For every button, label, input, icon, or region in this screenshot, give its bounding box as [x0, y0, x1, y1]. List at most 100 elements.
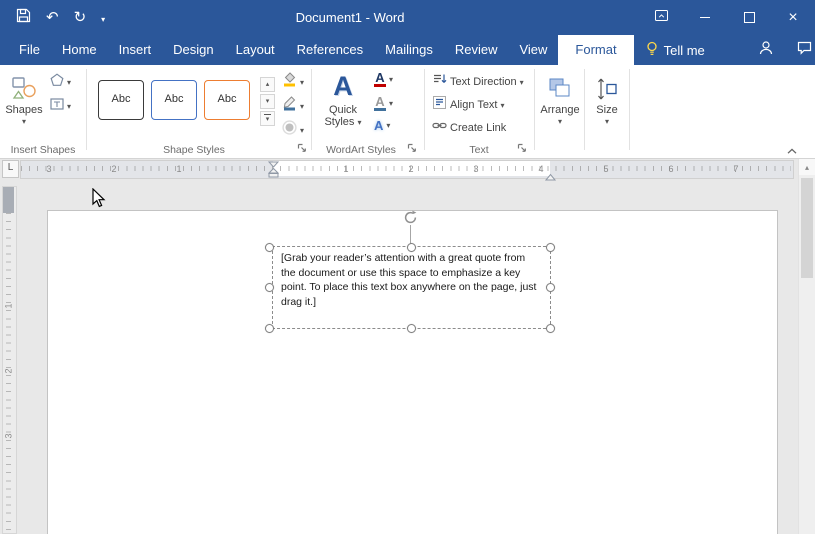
shape-styles-dialog-launcher[interactable] — [296, 143, 308, 155]
align-text-button[interactable]: Align Text ▾ — [432, 95, 505, 115]
shape-style-preset-1[interactable]: Abc — [98, 80, 144, 120]
triangle-up-icon: ▴ — [805, 163, 809, 172]
gallery-more-button[interactable]: ▾ — [260, 111, 275, 126]
ruler-number: 5 — [603, 164, 608, 174]
ruler-number: 2 — [4, 366, 14, 377]
text-outline-button[interactable]: A ▾ — [374, 96, 393, 111]
text-box-icon — [50, 97, 64, 116]
ribbon: Shapes ▾ ▾ ▾ Insert Shapes Abc Abc Abc ▴… — [0, 65, 815, 159]
user-icon — [758, 40, 774, 61]
size-button[interactable]: Size ▾ — [587, 69, 627, 143]
shape-style-preset-2[interactable]: Abc — [151, 80, 197, 120]
chevron-down-icon: ▾ — [501, 101, 505, 110]
resize-handle-nw[interactable] — [265, 243, 274, 252]
redo-icon: ↻ — [74, 9, 87, 26]
chevron-down-icon: ▾ — [605, 118, 609, 126]
tab-insert[interactable]: Insert — [108, 35, 163, 65]
redo-button[interactable]: ↻ — [74, 10, 87, 25]
textbox-text[interactable]: [Grab your reader’s attention with a gre… — [273, 247, 550, 313]
ribbon-display-options-button[interactable] — [639, 0, 683, 35]
gallery-scroll-up-button[interactable]: ▴ — [260, 77, 275, 92]
resize-handle-e[interactable] — [546, 283, 555, 292]
scroll-up-button[interactable]: ▴ — [799, 159, 815, 175]
close-button[interactable]: × — [771, 0, 815, 35]
text-fill-button[interactable]: A ▾ — [374, 72, 393, 87]
link-icon — [432, 118, 447, 138]
draw-text-box-button[interactable]: ▾ — [50, 97, 71, 116]
text-box[interactable]: [Grab your reader’s attention with a gre… — [272, 246, 551, 329]
document-area: L 3 2 1 1 2 3 4 5 6 7 1 2 — [0, 158, 815, 534]
collapse-ribbon-button[interactable] — [784, 146, 800, 156]
tab-design[interactable]: Design — [162, 35, 224, 65]
shape-effects-button[interactable]: ▾ — [282, 120, 304, 140]
shape-style-preset-3[interactable]: Abc — [204, 80, 250, 120]
maximize-button[interactable] — [727, 0, 771, 35]
shapes-button[interactable]: Shapes ▾ — [4, 69, 44, 143]
chevron-down-icon: ▾ — [389, 99, 393, 108]
chevron-down-icon: ▾ — [520, 78, 524, 87]
text-fill-icon: A — [374, 72, 386, 87]
title-bar: ↶ ↻ ▾ Document1 - Word × — [0, 0, 815, 35]
horizontal-ruler[interactable]: 3 2 1 1 2 3 4 5 6 7 — [20, 160, 794, 179]
minimize-button[interactable] — [683, 0, 727, 35]
edit-shape-button[interactable]: ▾ — [50, 73, 71, 92]
scrollbar-thumb[interactable] — [801, 178, 813, 278]
text-effects-button[interactable]: A ▾ — [374, 120, 390, 131]
shapes-icon — [11, 69, 37, 101]
comment-icon — [797, 41, 812, 60]
lightbulb-icon — [646, 41, 658, 60]
shape-fill-button[interactable]: ▾ — [282, 72, 304, 92]
undo-button[interactable]: ↶ — [46, 10, 59, 25]
resize-handle-ne[interactable] — [546, 243, 555, 252]
feedback-button[interactable] — [785, 35, 815, 65]
group-separator — [584, 69, 585, 150]
group-separator — [534, 69, 535, 150]
text-outline-icon: A — [374, 96, 386, 111]
wordart-styles-dialog-launcher[interactable] — [406, 143, 418, 155]
text-direction-label: Text Direction — [450, 76, 517, 88]
tab-format[interactable]: Format — [558, 35, 633, 65]
vertical-ruler[interactable]: 1 2 3 — [2, 186, 17, 534]
resize-handle-se[interactable] — [546, 324, 555, 333]
ruler-number: 1 — [343, 164, 348, 174]
tab-file[interactable]: File — [8, 35, 51, 65]
vertical-scrollbar[interactable]: ▴ — [798, 158, 815, 534]
pencil-icon — [282, 96, 297, 116]
tell-me-label: Tell me — [664, 43, 705, 58]
group-separator — [311, 69, 312, 150]
more-bar-icon — [264, 114, 271, 115]
shape-outline-button[interactable]: ▾ — [282, 96, 304, 116]
tell-me-button[interactable]: Tell me — [634, 35, 717, 65]
tab-stop-selector[interactable]: L — [2, 160, 19, 178]
tab-references[interactable]: References — [286, 35, 374, 65]
create-link-button[interactable]: Create Link — [432, 118, 506, 138]
chevron-up-icon — [786, 142, 798, 160]
resize-handle-sw[interactable] — [265, 324, 274, 333]
resize-handle-w[interactable] — [265, 283, 274, 292]
quick-styles-button[interactable]: A Quick Styles ▾ — [318, 69, 368, 143]
arrange-button[interactable]: Arrange ▾ — [537, 69, 583, 143]
rotate-handle[interactable] — [403, 210, 418, 225]
indent-markers[interactable] — [268, 161, 279, 183]
tab-review[interactable]: Review — [444, 35, 509, 65]
right-indent-marker[interactable] — [545, 168, 556, 186]
save-button[interactable] — [16, 8, 31, 28]
text-dialog-launcher[interactable] — [516, 143, 528, 155]
arrange-label: Arrange — [540, 104, 579, 116]
paint-bucket-icon — [282, 72, 297, 92]
resize-handle-s[interactable] — [407, 324, 416, 333]
gallery-scroll-down-button[interactable]: ▾ — [260, 94, 275, 109]
text-direction-button[interactable]: Text Direction ▾ — [432, 72, 524, 92]
triangle-up-icon: ▴ — [266, 81, 270, 88]
tab-view[interactable]: View — [508, 35, 558, 65]
tab-layout[interactable]: Layout — [225, 35, 286, 65]
chevron-down-icon: ▾ — [67, 102, 71, 111]
customize-quick-access-button[interactable]: ▾ — [101, 12, 105, 24]
sign-in-button[interactable] — [747, 35, 785, 65]
resize-handle-n[interactable] — [407, 243, 416, 252]
tab-mailings[interactable]: Mailings — [374, 35, 444, 65]
save-icon — [16, 10, 31, 27]
window-title: Document1 - Word — [240, 0, 460, 35]
group-separator — [629, 69, 630, 150]
tab-home[interactable]: Home — [51, 35, 108, 65]
